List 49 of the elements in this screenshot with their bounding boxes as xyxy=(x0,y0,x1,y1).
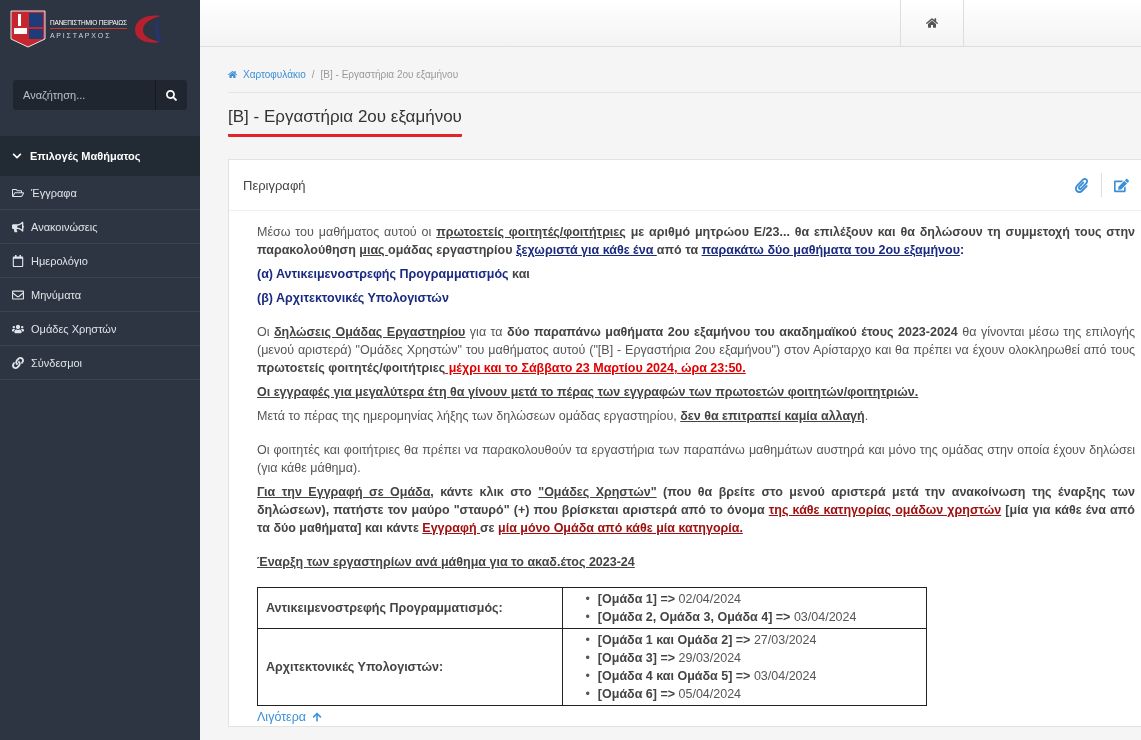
paragraph: Μέσω του μαθήματος αυτού οι πρωτοετείς φοιτητές/φοιτήτριες με αριθμό μητρώου Ε/23... θα επιλέξουν και θα δηλώσουν τη συμμετοχή τους στην παρακολούθηση μιας ομάδας εργαστηρίου ξεχωριστά για κάθε ένα από τα παρακάτω δύο μαθήματα του 2ου εξαμήνου: xyxy=(257,224,1135,259)
link-icon xyxy=(12,356,24,369)
sidebar-item[interactable]: Σύνδεσμοι xyxy=(0,346,200,380)
table-cell: • [Ομάδα 1 και Ομάδα 2] => 27/03/2024 • [Ομάδα 3] => 29/03/2024 • [Ομάδα 4 και Ομάδα 5] => 03/04/2024 • [Ομάδα 6] => 05/04/2024 xyxy=(562,628,927,706)
menu-section-header[interactable]: Επιλογές Μαθήματος xyxy=(0,136,200,176)
envelope-icon xyxy=(12,288,24,301)
paragraph: Για την Εγγραφή σε Ομάδα, κάντε κλικ στο "Ομάδες Χρηστών" (που θα βρείτε στο μενού αριστερά μετά την ανακοίνωση της έναρξης των δηλώσεων), πατήστε τον μαύρο "σταυρό" (+) που βρίσκεται αριστερά από το όνομα της κάθε κατηγορίας ομάδων χρηστών [μία για κάθε ένα από τα δύο μαθήματα] και κάντε Εγγραφή σε μία μόνο Ομάδα από κάθε μία κατηγορία. xyxy=(257,484,1135,537)
sidebar-item[interactable]: Ανακοινώσεις xyxy=(0,210,200,244)
sidebar-item[interactable]: Έγγραφα xyxy=(0,176,200,210)
megaphone-icon xyxy=(12,220,24,233)
sidebar-item-label: Ανακοινώσεις xyxy=(31,220,98,233)
paragraph: Οι δηλώσεις Ομάδας Εργαστηρίου για τα δύο παραπάνω μαθήματα 2ου εξαμήνου του ακαδημαϊκού έτους 2023-2024 θα γίνονται μέσω της επιλογής (μενού αριστερά) "Ομάδες Χρηστών" του μαθήματος αυτού ("[Β] - Εργαστήρια 2ου εξαμήνου") στον Αρίσταρχο και θα πρέπει να έχουν ολοκληρωθεί από τους πρωτοετείς φοιτητές/φοιτήτριες μέχρι και το Σάββατο 23 Μαρτίου 2024, ώρα 23:50. xyxy=(257,324,1135,377)
current-page-label: [Β] - Εργαστήρια 2ου εξαμήνου xyxy=(320,69,459,80)
show-less-link[interactable]: Λιγότερα xyxy=(257,708,322,726)
paragraph: Οι φοιτητές και φοιτήτριες θα πρέπει να παρακολουθούν τα εργαστήρια των παραπάνω μαθημάτων αυστηρά και μόνο της ομάδας στην οποία έχουν δηλώσει (για κάθε μάθημα). xyxy=(257,442,1135,477)
breadcrumb-separator: / xyxy=(311,69,315,80)
sidebar-item-label: Ημερολόγιο xyxy=(31,254,88,267)
paragraph: Έναρξη των εργαστηρίων ανά μάθημα για το ακαδ.έτος 2023-24 xyxy=(257,554,636,571)
page-title: [Β] - Εργαστήρια 2ου εξαμήνου xyxy=(228,107,462,137)
paragraph: (α) Αντικειμενοστρεφής Προγραμματισμός και xyxy=(257,266,531,283)
sidebar-item-label: Μηνύματα xyxy=(31,288,82,301)
arrow-up-icon xyxy=(312,712,322,722)
sidebar-item-label: Έγγραφα xyxy=(31,186,77,199)
sidebar-item-label: Σύνδεσμοι xyxy=(31,356,83,369)
search-field[interactable]: Αναζήτηση... xyxy=(13,80,155,110)
home-button[interactable] xyxy=(900,0,964,46)
card-title: Περιγραφή xyxy=(243,177,306,193)
sidebar-item-label: Ομάδες Χρηστών xyxy=(31,322,117,335)
search-icon xyxy=(166,89,177,101)
folder-icon xyxy=(12,186,24,199)
users-icon xyxy=(12,322,24,335)
chevron-icon xyxy=(12,151,22,161)
sidebar-item[interactable]: Μηνύματα xyxy=(0,278,200,312)
edit-icon xyxy=(1114,177,1129,193)
home-icon xyxy=(228,70,237,79)
table-cell: Αντικειμενοστρεφής Προγραμματισμός: xyxy=(257,587,563,629)
search-field[interactable]: Αναζήτηση... xyxy=(13,80,187,110)
table-cell: Αρχιτεκτονικές Υπολογιστών: xyxy=(257,628,563,706)
sidebar-item[interactable]: Ημερολόγιο xyxy=(0,244,200,278)
sidebar-item[interactable]: Ομάδες Χρηστών xyxy=(0,312,200,346)
paperclip-icon xyxy=(1074,177,1089,193)
shield-logo-icon xyxy=(10,10,46,48)
calendar-icon xyxy=(12,254,24,267)
paragraph: (β) Αρχιτεκτονικές Υπολογιστών xyxy=(257,290,450,307)
paragraph: Οι εγγραφές για μεγαλύτερα έτη θα γίνουν μετά το πέρας των εγγραφών των πρωτοετών φοιτητών/φοιτητριών. xyxy=(257,384,920,401)
paragraph: Μετά το πέρας της ημερομηνίας λήξης των δηλώσεων ομάδας εργαστηρίου, δεν θα επιτραπεί καμία αλλαγή. xyxy=(257,408,870,425)
search-button[interactable] xyxy=(155,80,187,110)
home-icon xyxy=(926,17,938,29)
table-cell: • [Ομάδα 1] => 02/04/2024 • [Ομάδα 2, Ομάδα 3, Ομάδα 4] => 03/04/2024 xyxy=(562,587,927,629)
